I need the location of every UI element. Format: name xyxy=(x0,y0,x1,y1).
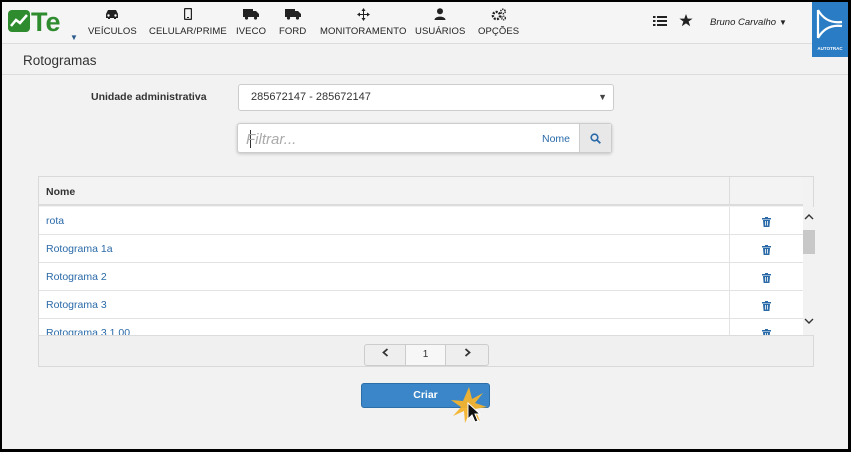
truck-icon xyxy=(236,6,266,24)
search-icon xyxy=(590,131,601,148)
chevron-right-icon xyxy=(464,348,471,360)
rotogram-link[interactable]: Rotograma 3.1.00 xyxy=(46,327,130,335)
table-header: Nome xyxy=(39,177,803,206)
table-scrollbar[interactable] xyxy=(803,207,815,335)
delete-button[interactable] xyxy=(729,291,803,319)
delete-button[interactable] xyxy=(729,207,803,235)
table-row: rota xyxy=(39,207,803,235)
table-body: rota Rotograma 1a Rotograma 2 Rotograma … xyxy=(39,207,803,335)
nav-celular-prime[interactable]: CELULAR/PRIME xyxy=(149,6,227,37)
top-navbar: Te ▼ VEÍCULOS CELULAR/PRIME IVECO FORD M… xyxy=(2,2,848,57)
trash-icon xyxy=(762,214,771,231)
user-menu[interactable]: Bruno Carvalho ▼ xyxy=(710,17,787,28)
table-footer: 1 xyxy=(39,335,813,366)
gears-icon xyxy=(478,6,519,24)
nav-veiculos[interactable]: VEÍCULOS xyxy=(88,6,137,37)
delete-button[interactable] xyxy=(729,319,803,335)
list-icon[interactable] xyxy=(653,14,667,32)
header-divider xyxy=(2,74,848,75)
crosshair-icon xyxy=(320,6,406,24)
rotogram-link[interactable]: rota xyxy=(46,215,64,227)
nav-label: USUÁRIOS xyxy=(415,26,466,37)
nav-opcoes[interactable]: OPÇÕES xyxy=(478,6,519,37)
nav-ford[interactable]: FORD xyxy=(279,6,306,37)
scroll-up-icon[interactable] xyxy=(804,212,814,223)
logo-text: Te xyxy=(31,7,61,37)
brand-logo-text: AUTOTRAC xyxy=(817,46,843,51)
delete-button[interactable] xyxy=(729,263,803,291)
current-page[interactable]: 1 xyxy=(406,344,446,366)
rotogram-link[interactable]: Rotograma 1a xyxy=(46,243,113,255)
nav-label: OPÇÕES xyxy=(478,26,520,37)
rotogram-link[interactable]: Rotograma 2 xyxy=(46,271,107,283)
table-row: Rotograma 2 xyxy=(39,263,803,291)
column-divider xyxy=(729,177,730,206)
scrollbar-thumb[interactable] xyxy=(803,230,815,254)
unit-select-value: 285672147 - 285672147 xyxy=(251,91,371,103)
prev-page-button[interactable] xyxy=(364,344,406,366)
delete-button[interactable] xyxy=(729,235,803,263)
car-icon xyxy=(88,6,137,24)
user-icon xyxy=(415,6,465,24)
user-name: Bruno Carvalho xyxy=(710,17,777,28)
table-row: Rotograma 1a xyxy=(39,235,803,263)
unit-select[interactable]: 285672147 - 285672147 ▼ xyxy=(238,84,614,111)
page-title: Rotogramas xyxy=(23,53,97,68)
app-logo[interactable]: Te ▼ xyxy=(8,7,78,42)
caret-down-icon: ▼ xyxy=(779,18,787,27)
rotogram-link[interactable]: Rotograma 3 xyxy=(46,299,107,311)
filter-input[interactable] xyxy=(246,128,526,150)
trash-icon xyxy=(762,298,771,315)
table-row: Rotograma 3.1.00 xyxy=(39,319,771,335)
logo-caret-icon: ▼ xyxy=(70,33,78,42)
mouse-cursor-icon xyxy=(449,385,489,425)
trash-icon xyxy=(762,242,771,259)
chevron-left-icon xyxy=(381,348,389,360)
nav-label: FORD xyxy=(279,26,307,37)
nav-usuarios[interactable]: USUÁRIOS xyxy=(415,6,465,37)
pagination: 1 xyxy=(364,344,489,366)
nav-label: MONITORAMENTO xyxy=(320,26,407,37)
nav-label: CELULAR/PRIME xyxy=(149,26,227,37)
dropdown-arrow-icon: ▼ xyxy=(598,92,607,102)
unit-label: Unidade administrativa xyxy=(91,91,207,103)
brand-logo: AUTOTRAC xyxy=(812,2,848,57)
column-header-name[interactable]: Nome xyxy=(46,186,75,198)
logo-mark-icon xyxy=(8,10,30,32)
search-button[interactable] xyxy=(579,124,611,152)
table-row: Rotograma 3 xyxy=(39,291,803,319)
truck-icon xyxy=(279,6,306,24)
nav-label: VEÍCULOS xyxy=(88,26,137,37)
trash-icon xyxy=(762,326,771,335)
rotogram-table: Nome rota Rotograma 1a Rotograma 2 Rotog… xyxy=(38,176,815,367)
scroll-down-icon[interactable] xyxy=(804,317,814,328)
nav-iveco[interactable]: IVECO xyxy=(236,6,266,37)
filter-box: Nome xyxy=(237,123,612,153)
trash-icon xyxy=(762,270,771,287)
nav-monitoramento[interactable]: MONITORAMENTO xyxy=(320,6,406,37)
filter-field-selector[interactable]: Nome xyxy=(542,133,570,145)
next-page-button[interactable] xyxy=(446,344,489,366)
nav-label: IVECO xyxy=(236,26,267,37)
star-icon[interactable] xyxy=(679,14,693,32)
app-window: Te ▼ VEÍCULOS CELULAR/PRIME IVECO FORD M… xyxy=(2,2,848,449)
mobile-icon xyxy=(149,6,227,24)
